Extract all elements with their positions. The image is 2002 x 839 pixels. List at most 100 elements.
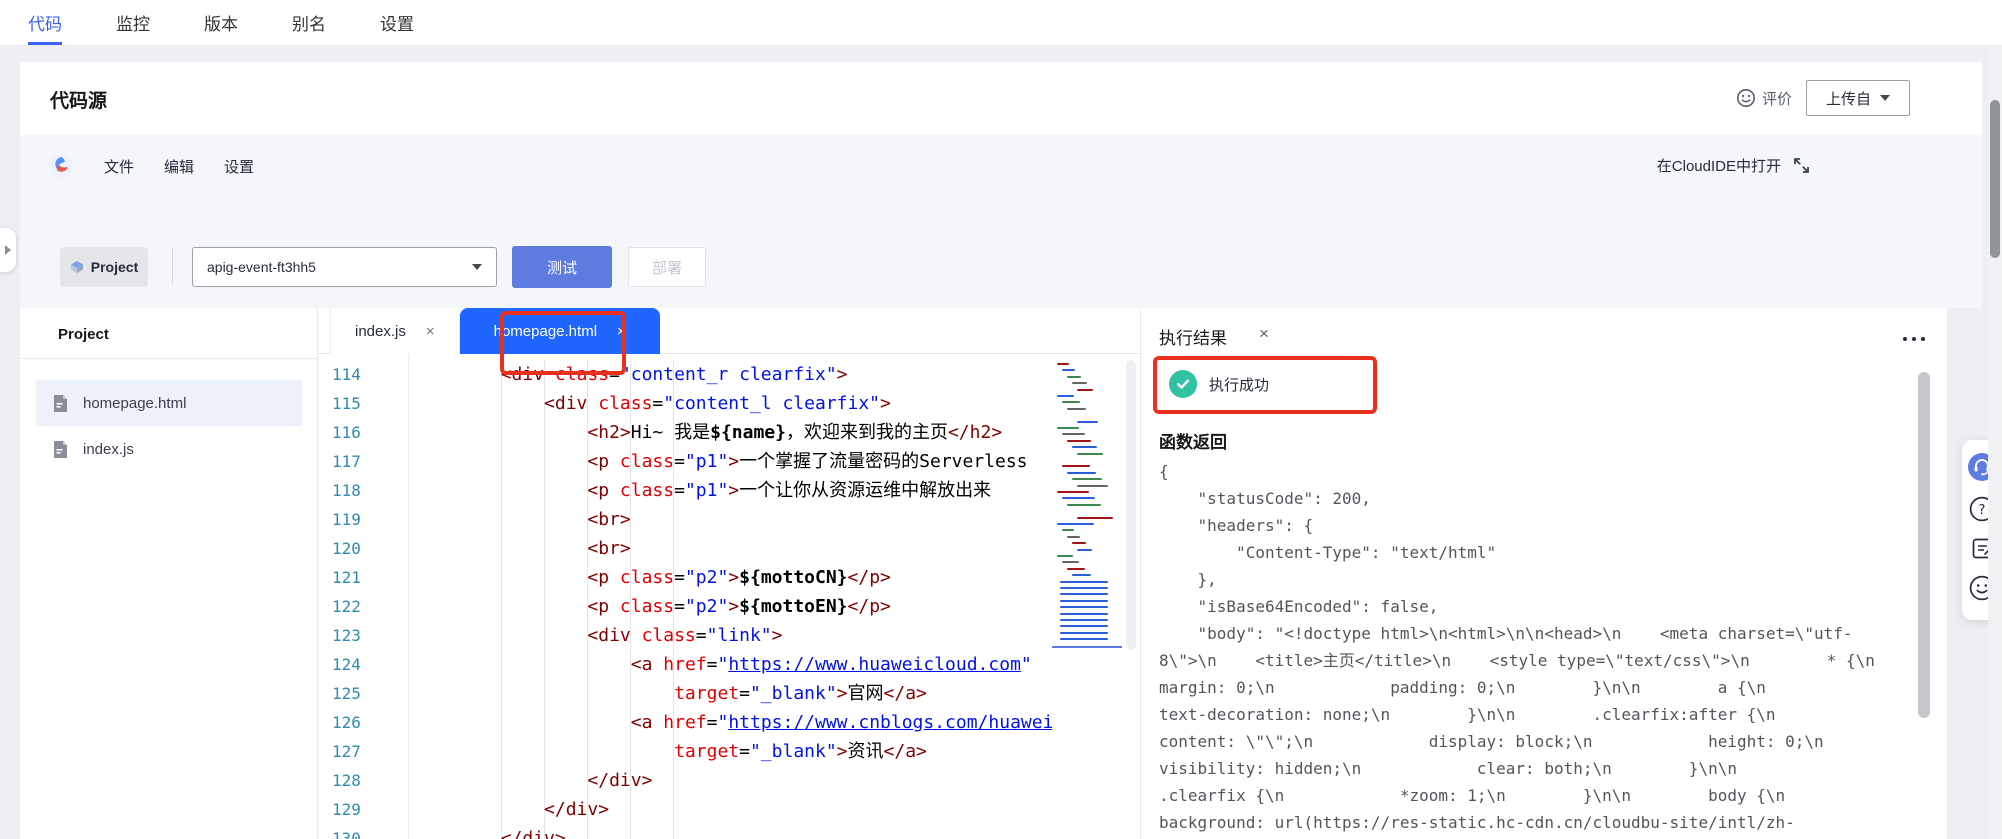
execution-result-panel: 执行结果 × 执行成功 函数返回 { "statusCode": 200, "h… — [1140, 308, 1947, 839]
status-badge: 执行成功 — [1209, 374, 1269, 395]
output-line: { — [1159, 458, 1911, 485]
function-return-output: { "statusCode": 200, "headers": { "Conte… — [1159, 458, 1911, 839]
output-line: visibility: hidden;\n clear: both;\n }\n… — [1159, 755, 1911, 782]
editor-scrollbar[interactable] — [1126, 360, 1136, 650]
open-in-cloudide-link[interactable]: 在CloudIDE中打开 — [1657, 155, 1810, 176]
deploy-button-disabled: 部署 — [628, 247, 706, 287]
file-icon — [52, 394, 69, 413]
code-line: 120 <br> — [318, 534, 1140, 563]
menu-item[interactable]: 文件 — [104, 156, 134, 177]
close-icon[interactable]: × — [426, 323, 435, 340]
close-icon[interactable]: × — [617, 323, 626, 340]
action-bar: Project apig-event-ft3hh5 测试 部署 — [20, 239, 1982, 287]
editor-tabbar: index.js× homepage.html × — [318, 308, 1140, 354]
divider — [172, 249, 173, 285]
editor-minimap[interactable] — [1052, 360, 1122, 690]
nav-tab[interactable]: 监控 — [116, 0, 150, 45]
success-check-icon — [1169, 370, 1197, 398]
code-line: 126 <a href="https://www.cnblogs.com/hua… — [318, 708, 1140, 737]
file-name: homepage.html — [83, 395, 186, 412]
code-line: 115 <div class="content_l clearfix"> — [318, 389, 1140, 418]
nav-tab[interactable]: 代码 — [28, 0, 62, 45]
nav-tab[interactable]: 设置 — [380, 0, 414, 45]
page-scrollbar-track[interactable] — [1988, 46, 2002, 839]
svg-text:?: ? — [1979, 503, 1986, 518]
project-explorer: Project homepage.html index.js — [20, 308, 318, 839]
editor-tab[interactable]: homepage.html × — [460, 308, 660, 354]
nav-tab[interactable]: 别名 — [292, 0, 326, 45]
code-line: 123 <div class="link"> — [318, 621, 1140, 650]
expand-icon — [1793, 157, 1810, 174]
code-line: 127 target="_blank">资讯</a> — [318, 737, 1140, 766]
page-title: 代码源 — [50, 86, 107, 113]
file-name: index.js — [83, 441, 134, 458]
code-line: 125 target="_blank">官网</a> — [318, 679, 1140, 708]
card-header: 代码源 评价 上传自 — [20, 62, 1982, 135]
code-area[interactable]: 114 <div class="content_r clearfix">115 … — [318, 354, 1140, 839]
code-line: 119 <br> — [318, 505, 1140, 534]
output-line: text-decoration: none;\n }\n\n .clearfix… — [1159, 701, 1911, 728]
code-line: 122 <p class="p2">${mottoEN}</p> — [318, 592, 1140, 621]
nav-tab[interactable]: 版本 — [204, 0, 238, 45]
function-return-title: 函数返回 — [1159, 428, 1227, 453]
output-line: content: \"\";\n display: block;\n heigh… — [1159, 728, 1911, 755]
functiongraph-logo-icon — [48, 153, 74, 179]
code-line: 116 <h2>Hi~ 我是${name}，欢迎来到我的主页</h2> — [318, 418, 1140, 447]
code-line: 114 <div class="content_r clearfix"> — [318, 360, 1140, 389]
ide-menu-bar: 文件 编辑 设置 — [48, 153, 254, 179]
output-line: "body": "<!doctype html>\n<html>\n\n<hea… — [1159, 620, 1911, 647]
output-line: "headers": { — [1159, 512, 1911, 539]
project-cube-icon — [70, 260, 84, 274]
code-line: 121 <p class="p2">${mottoCN}</p> — [318, 563, 1140, 592]
output-line: "statusCode": 200, — [1159, 485, 1911, 512]
code-line: 128 </div> — [318, 766, 1140, 795]
code-line: 129 </div> — [318, 795, 1140, 824]
output-line: margin: 0;\n padding: 0;\n }\n\n a {\n — [1159, 674, 1911, 701]
app-window: 代码监控版本别名设置 代码源 评价 上传自 — [0, 0, 2002, 839]
upload-from-label: 上传自 — [1826, 88, 1871, 109]
smiley-icon — [1736, 88, 1756, 108]
code-source-card: 代码源 评价 上传自 文件 编辑 设置 — [20, 62, 1982, 839]
code-line: 124 <a href="https://www.huaweicloud.com… — [318, 650, 1140, 679]
output-line: }, — [1159, 566, 1911, 593]
feedback-button[interactable]: 评价 — [1736, 88, 1792, 109]
chevron-down-icon — [1880, 95, 1890, 101]
output-line: "Content-Type": "text/html" — [1159, 539, 1911, 566]
file-list: homepage.html index.js — [36, 380, 302, 472]
feedback-label: 评价 — [1762, 88, 1792, 109]
workspace-panes: Project homepage.htmlindex.js index.js×h… — [20, 308, 1982, 839]
result-scrollbar[interactable] — [1918, 372, 1930, 718]
file-item[interactable]: homepage.html — [36, 380, 302, 426]
explorer-title: Project — [58, 326, 109, 343]
editor-tab[interactable]: index.js× — [330, 308, 460, 354]
editor-tab-label: homepage.html — [494, 323, 597, 340]
project-menu-button[interactable]: Project — [60, 247, 148, 287]
chevron-down-icon — [472, 264, 482, 270]
output-line: .clearfix {\n *zoom: 1;\n }\n\n body {\n — [1159, 782, 1911, 809]
code-line: 117 <p class="p1">一个掌握了流量密码的Serverless — [318, 447, 1140, 476]
sidebar-expand-handle[interactable] — [0, 228, 16, 272]
function-select[interactable]: apig-event-ft3hh5 — [192, 247, 497, 287]
project-button-label: Project — [91, 259, 138, 275]
file-icon — [52, 440, 69, 459]
page-scrollbar-thumb[interactable] — [1990, 100, 2000, 258]
open-in-cloudide-label: 在CloudIDE中打开 — [1657, 155, 1781, 176]
result-panel-title: 执行结果 — [1159, 324, 1227, 349]
output-line: 8\">\n <title>主页</title>\n <style type=\… — [1159, 647, 1911, 674]
ide-toolbar-zone: 文件 编辑 设置 在CloudIDE中打开 Project apig-event-f… — [20, 135, 1982, 308]
code-line: 118 <p class="p1">一个让你从资源运维中解放出来 — [318, 476, 1140, 505]
code-editor: index.js× homepage.html × 114 <div class="… — [318, 308, 1140, 839]
test-button[interactable]: 测试 — [512, 246, 612, 288]
output-line: "isBase64Encoded": false, — [1159, 593, 1911, 620]
function-nav-tabs: 代码 监控 版本 别名 设置 — [0, 0, 2002, 46]
menu-item[interactable]: 编辑 — [164, 156, 194, 177]
chevron-right-icon — [5, 245, 11, 255]
function-select-value: apig-event-ft3hh5 — [207, 259, 316, 275]
code-line: 130 </div> — [318, 824, 1140, 839]
menu-item[interactable]: 设置 — [224, 156, 254, 177]
file-item[interactable]: index.js — [36, 426, 302, 472]
close-icon[interactable]: × — [1259, 324, 1269, 344]
upload-from-button[interactable]: 上传自 — [1806, 80, 1910, 116]
divider — [20, 358, 317, 359]
more-menu-icon[interactable] — [1900, 328, 1927, 346]
